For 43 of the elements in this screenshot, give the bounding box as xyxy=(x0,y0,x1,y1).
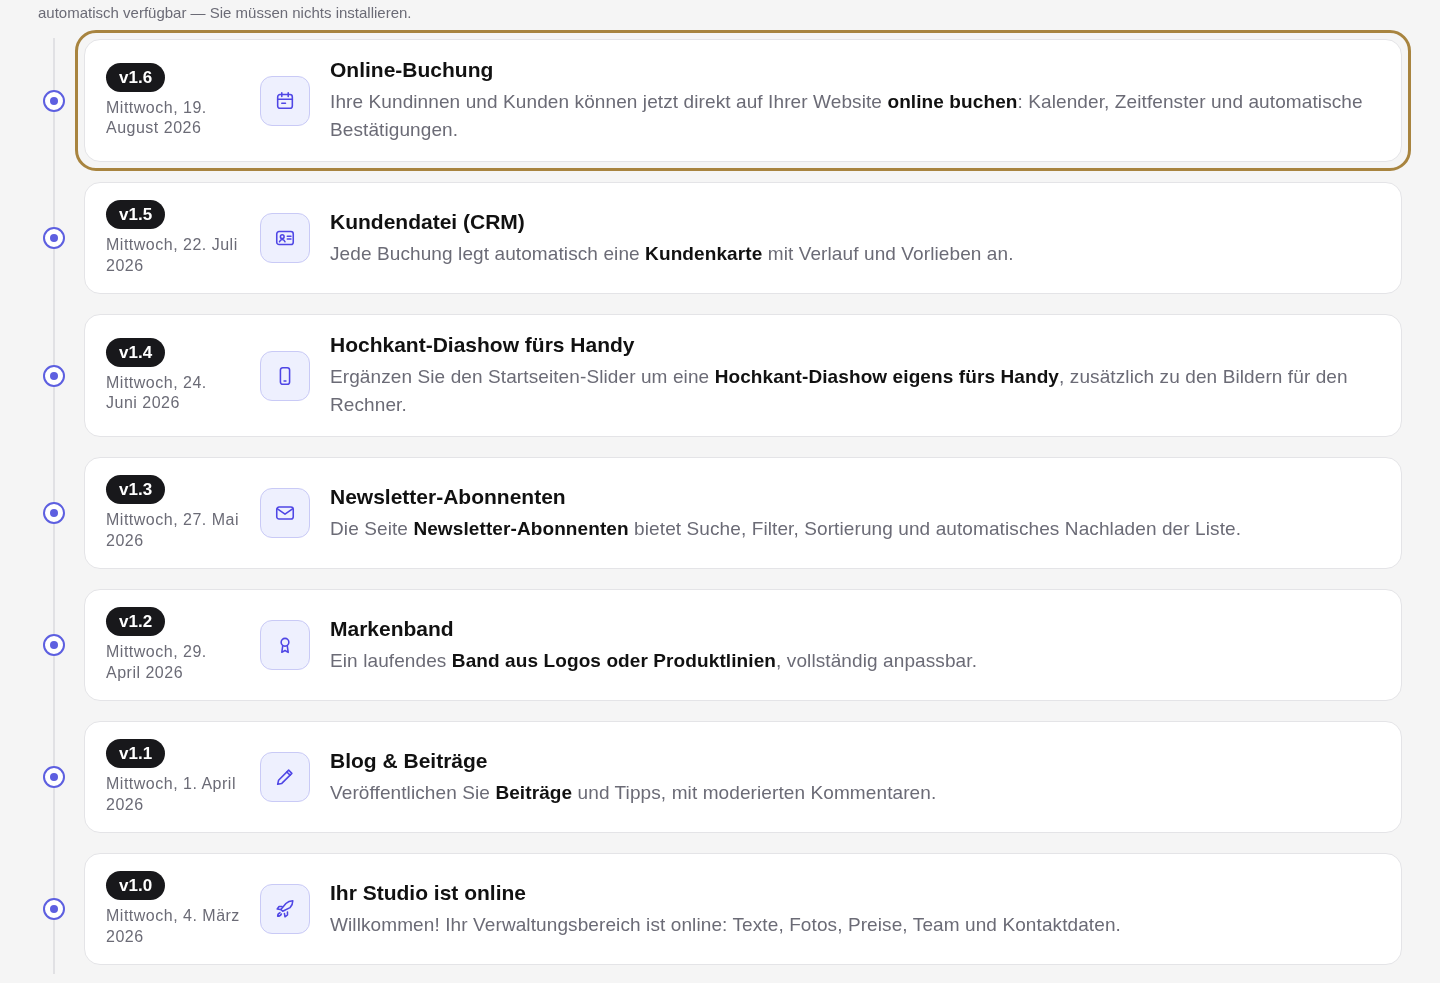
version-badge: v1.5 xyxy=(106,200,166,229)
envelope-icon xyxy=(260,488,310,538)
version-badge: v1.1 xyxy=(106,739,166,768)
intro-text: automatisch verfügbar — Sie müssen nichts installieren. xyxy=(38,3,413,23)
release-title: Newsletter-Abonnenten xyxy=(330,483,567,510)
release-date: Mittwoch, 24. Juni 2026 xyxy=(106,372,208,413)
version-badge: v1.0 xyxy=(106,871,166,900)
version-badge: v1.3 xyxy=(106,475,166,504)
release-title: Hochkant-Diashow fürs Handy xyxy=(330,332,636,358)
release-description: Ihre Kundinnen und Kunden können jetzt direkt auf Ihrer Website online buchen: Kalender, Zeitfenster und automatische Bestätigungen. xyxy=(330,90,1364,142)
release-date: Mittwoch, 4. März 2026 xyxy=(106,906,241,947)
timeline-marker-icon xyxy=(43,766,65,788)
release-title: Kundendatei (CRM) xyxy=(330,208,526,235)
version-badge: v1.6 xyxy=(106,62,166,92)
timeline-marker-icon xyxy=(43,898,65,920)
release-description: Willkommen! Ihr Verwaltungsbereich ist online: Texte, Fotos, Preise, Team und Kontaktdaten. xyxy=(330,912,1122,937)
timeline-marker-icon xyxy=(43,364,65,387)
release-date: Mittwoch, 19. August 2026 xyxy=(106,97,208,138)
release-description: Ein laufendes Band aus Logos oder Produktlinien, vollständig anpassbar. xyxy=(330,648,979,673)
smartphone-icon xyxy=(260,350,310,401)
release-title: Ihr Studio ist online xyxy=(330,879,527,906)
release-date: Mittwoch, 29. April 2026 xyxy=(106,642,208,683)
award-ribbon-icon xyxy=(260,620,310,670)
release-description: Jede Buchung legt automatisch eine Kundenkarte mit Verlauf und Vorlieben an. xyxy=(330,241,1015,266)
timeline-marker-icon xyxy=(43,502,65,524)
pencil-icon xyxy=(260,752,310,802)
release-date: Mittwoch, 1. April 2026 xyxy=(106,774,237,815)
version-badge: v1.2 xyxy=(106,607,166,636)
release-description: Veröffentlichen Sie Beiträge und Tipps, mit moderierten Kommentaren. xyxy=(330,780,938,805)
release-title: Blog & Beiträge xyxy=(330,747,489,774)
release-description: Ergänzen Sie den Startseiten-Slider um eine Hochkant-Diashow eigens fürs Handy, zusätzlich zu den Bildern für den Rechner. xyxy=(330,365,1349,417)
release-title: Online-Buchung xyxy=(330,57,495,83)
release-date: Mittwoch, 22. Juli 2026 xyxy=(106,235,239,276)
timeline-marker-icon xyxy=(43,227,65,249)
version-badge: v1.4 xyxy=(106,337,166,367)
release-title: Markenband xyxy=(330,615,455,642)
timeline-marker-icon xyxy=(43,89,65,112)
release-description: Die Seite Newsletter-Abonnenten bietet Suche, Filter, Sortierung und automatisches Nachladen der Liste. xyxy=(330,516,1243,541)
timeline-marker-icon xyxy=(43,634,65,656)
calendar-icon xyxy=(260,75,310,126)
contact-card-icon xyxy=(260,213,310,263)
rocket-icon xyxy=(260,884,310,934)
release-date: Mittwoch, 27. Mai 2026 xyxy=(106,510,240,551)
